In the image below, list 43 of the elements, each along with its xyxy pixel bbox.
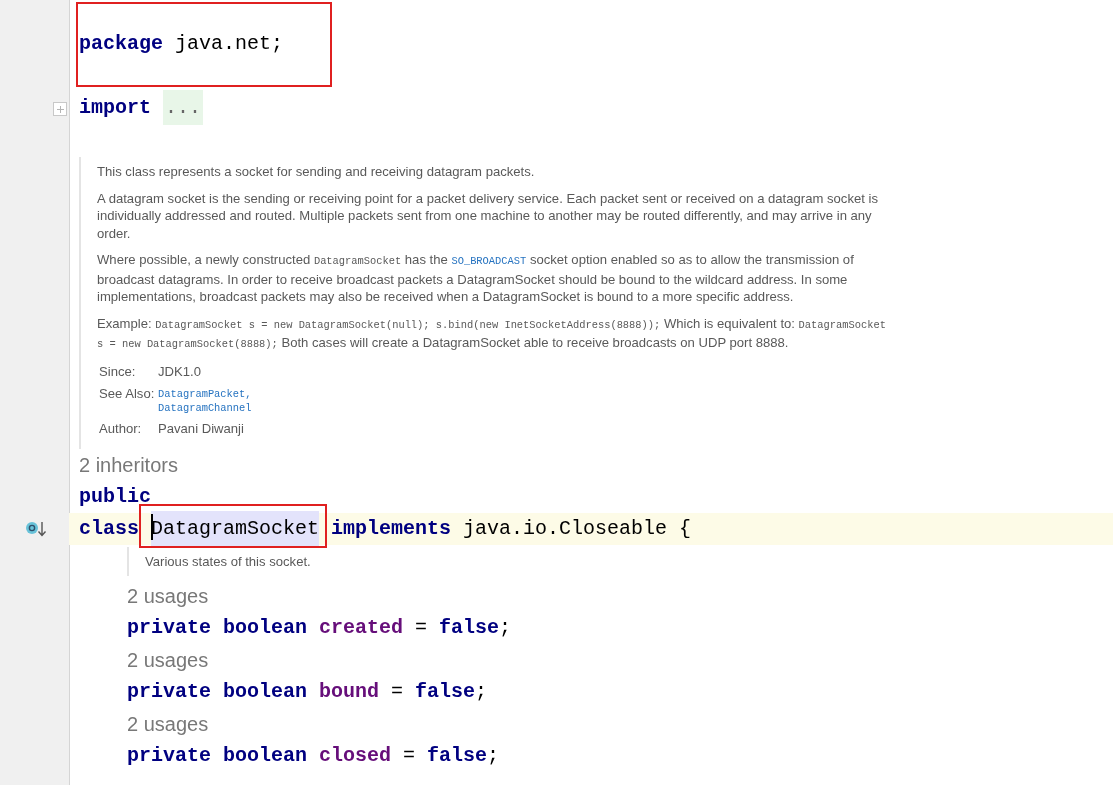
code-token: = [414,616,429,639]
code-token: implements [330,516,452,540]
code-token: java.io.Closeable { [462,516,692,540]
usage-hint[interactable]: 2 usages [127,649,209,671]
code-token: import [79,96,152,119]
doc-paragraph: This class represents a socket for sending and receiving datagram packets. [97,163,536,181]
code-token: = [402,744,417,767]
doc-text: JDK1.0 [158,362,201,380]
usage-hint[interactable]: 2 usages [127,713,209,735]
doc-text: Pavani Diwanji [158,420,244,438]
code-token: ... [163,90,204,125]
code-token: bound [318,680,380,703]
code-token: created [318,616,404,639]
code-token: = [390,680,405,703]
code-token: false [439,616,500,639]
code-token: private [127,680,211,703]
doc-link[interactable]: DatagramChannel [158,401,252,415]
tag-label: Author: [99,420,143,438]
tag-label: See Also: [99,385,156,403]
code-token: false [415,680,476,703]
code-token: closed [318,744,392,767]
code-token: class [79,516,140,540]
tag-label: Since: [99,362,137,380]
code-token: boolean [222,680,308,703]
doc-paragraph: Where possible, a newly constructed DatagramSocket has the SO_BROADCAST socket option enabled so as to allow the transmission of broadcast datagrams. In order to receive broadcast packets a DatagramSocket should be bound to the wildcard address. In some implementations, broadcast packets may also be received when a DatagramSocket is bound to a more specific address. [97,251,855,306]
usage-hint[interactable]: 2 usages [127,585,209,607]
code-token: boolean [222,744,308,767]
code-token: public [79,484,151,508]
code-token: ; [475,680,488,703]
code-token: ; [487,744,500,767]
code-token: private [127,744,211,767]
doc-paragraph: A datagram socket is the sending or receiving point for a packet delivery service. Each packet sent or received on a datagram socket is individually addressed and routed. Multiple packets sent from one machine to another may be routed differently, and may arrive in any order. [97,189,879,242]
doc-paragraph: Example: DatagramSocket s = new DatagramSocket(null); s.bind(new InetSocketAddress(8888)); Which is equivalent to: DatagramSocket s = new DatagramSocket(8888); Both cases will create a DatagramSocket able to receive broadcasts on UDP port 8888. [97,314,887,352]
code-token: false [427,744,488,767]
implemented-marker-icon[interactable] [25,519,47,538]
code-token: package [79,32,163,55]
code-token: private [127,616,211,639]
usage-hint[interactable]: 2 inheritors [79,453,178,476]
code-token: java.net; [174,32,284,55]
doc-paragraph: Various states of this socket. [145,552,312,570]
doc-link[interactable]: DatagramPacket, [158,387,252,401]
code-token: boolean [222,616,308,639]
code-token: ; [499,616,512,639]
